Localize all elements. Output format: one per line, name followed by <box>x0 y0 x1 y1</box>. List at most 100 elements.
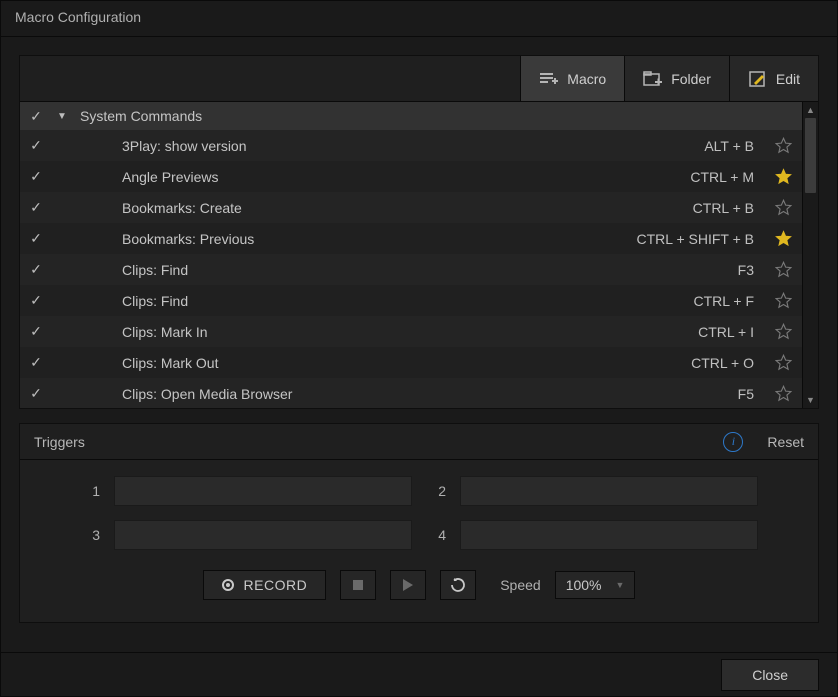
trigger-slot-input[interactable] <box>114 476 412 506</box>
macro-shortcut: CTRL + I <box>698 324 762 340</box>
macro-row[interactable]: ✓▼Clips: Mark InCTRL + I <box>20 316 802 347</box>
macro-row[interactable]: ✓▼Clips: Mark OutCTRL + O <box>20 347 802 378</box>
trigger-slot-label: 2 <box>426 483 446 499</box>
play-icon <box>403 579 413 591</box>
favorite-star[interactable] <box>772 292 794 309</box>
macro-config-window: Macro Configuration Macro Folder Edit <box>0 0 838 697</box>
trigger-slot-label: 3 <box>80 527 100 543</box>
macro-shortcut: F3 <box>738 262 762 278</box>
favorite-star[interactable] <box>772 230 794 247</box>
info-icon[interactable]: i <box>723 432 743 452</box>
stop-button[interactable] <box>340 570 376 600</box>
edit-button[interactable]: Edit <box>729 56 818 101</box>
check-icon: ✓ <box>28 385 44 402</box>
macro-name: Clips: Find <box>80 262 728 278</box>
trigger-slot-label: 4 <box>426 527 446 543</box>
check-icon: ✓ <box>28 108 44 125</box>
record-button[interactable]: RECORD <box>203 570 327 600</box>
window-title: Macro Configuration <box>1 1 837 37</box>
group-name: System Commands <box>80 108 794 124</box>
macro-row[interactable]: ✓▼Angle PreviewsCTRL + M <box>20 161 802 192</box>
list-scrollbar[interactable]: ▲ ▼ <box>802 102 818 408</box>
chevron-down-icon: ▼ <box>616 580 625 590</box>
check-icon: ✓ <box>28 199 44 216</box>
edit-label: Edit <box>776 71 800 87</box>
favorite-star[interactable] <box>772 168 794 185</box>
triggers-header: Triggers i Reset <box>20 424 818 460</box>
reset-button[interactable]: Reset <box>753 434 804 450</box>
edit-icon <box>748 69 768 89</box>
macro-row[interactable]: ✓▼Clips: FindCTRL + F <box>20 285 802 316</box>
star-icon <box>775 168 792 185</box>
add-macro-label: Macro <box>567 71 606 87</box>
macro-shortcut: ALT + B <box>704 138 762 154</box>
scroll-down-icon[interactable]: ▼ <box>803 392 818 408</box>
check-icon: ✓ <box>28 292 44 309</box>
macro-shortcut: CTRL + SHIFT + B <box>637 231 762 247</box>
speed-select[interactable]: 100% ▼ <box>555 571 636 599</box>
footer: Close <box>1 652 837 696</box>
favorite-star[interactable] <box>772 137 794 154</box>
group-header[interactable]: ✓ ▼ System Commands <box>20 102 802 130</box>
macro-name: Angle Previews <box>80 169 680 185</box>
check-icon: ✓ <box>28 323 44 340</box>
star-icon <box>775 137 792 154</box>
add-folder-button[interactable]: Folder <box>624 56 729 101</box>
star-icon <box>775 354 792 371</box>
trigger-slot-label: 1 <box>80 483 100 499</box>
check-icon: ✓ <box>28 230 44 247</box>
macro-row[interactable]: ✓▼3Play: show versionALT + B <box>20 130 802 161</box>
macro-row[interactable]: ✓▼Bookmarks: PreviousCTRL + SHIFT + B <box>20 223 802 254</box>
favorite-star[interactable] <box>772 261 794 278</box>
star-icon <box>775 385 792 402</box>
triggers-title: Triggers <box>34 434 713 450</box>
check-icon: ✓ <box>28 137 44 154</box>
trigger-slot-input[interactable] <box>460 520 758 550</box>
macro-name: 3Play: show version <box>80 138 694 154</box>
macro-name: Clips: Mark In <box>80 324 688 340</box>
macro-shortcut: CTRL + B <box>693 200 762 216</box>
trigger-slot-input[interactable] <box>460 476 758 506</box>
star-icon <box>775 230 792 247</box>
add-folder-icon <box>643 69 663 89</box>
star-icon <box>775 261 792 278</box>
star-icon <box>775 199 792 216</box>
favorite-star[interactable] <box>772 323 794 340</box>
macro-list-panel: Macro Folder Edit ✓ ▼ System Commands <box>19 55 819 409</box>
add-macro-button[interactable]: Macro <box>520 56 624 101</box>
list-wrap: ✓ ▼ System Commands ✓ ▼ 3Play: show versio… <box>20 102 818 408</box>
close-button[interactable]: Close <box>721 659 819 691</box>
scroll-thumb[interactable] <box>805 118 816 193</box>
macro-shortcut: F5 <box>738 386 762 402</box>
record-icon <box>222 579 234 591</box>
macro-row[interactable]: ✓▼Bookmarks: CreateCTRL + B <box>20 192 802 223</box>
play-button[interactable] <box>390 570 426 600</box>
loop-icon <box>450 577 466 593</box>
macro-name: Bookmarks: Create <box>80 200 683 216</box>
record-label: RECORD <box>244 577 308 593</box>
macro-name: Clips: Open Media Browser <box>80 386 728 402</box>
star-icon <box>775 292 792 309</box>
scroll-up-icon[interactable]: ▲ <box>803 102 818 118</box>
window-content: Macro Folder Edit ✓ ▼ System Commands <box>1 37 837 652</box>
triggers-body: 1 2 3 4 RECORD Speed 100% ▼ <box>20 460 818 622</box>
trigger-slot-input[interactable] <box>114 520 412 550</box>
star-icon <box>775 323 792 340</box>
stop-icon <box>353 580 363 590</box>
speed-label: Speed <box>500 577 540 593</box>
collapse-icon[interactable]: ▼ <box>54 111 70 122</box>
favorite-star[interactable] <box>772 385 794 402</box>
macro-name: Bookmarks: Previous <box>80 231 627 247</box>
loop-button[interactable] <box>440 570 476 600</box>
favorite-star[interactable] <box>772 199 794 216</box>
macro-row[interactable]: ✓▼Clips: FindF3 <box>20 254 802 285</box>
check-icon: ✓ <box>28 261 44 278</box>
macro-name: Clips: Mark Out <box>80 355 681 371</box>
check-icon: ✓ <box>28 354 44 371</box>
favorite-star[interactable] <box>772 354 794 371</box>
triggers-panel: Triggers i Reset 1 2 3 4 RECORD Speed <box>19 423 819 623</box>
macro-shortcut: CTRL + O <box>691 355 762 371</box>
speed-value: 100% <box>566 577 602 593</box>
macro-row[interactable]: ✓▼Clips: Open Media BrowserF5 <box>20 378 802 408</box>
add-folder-label: Folder <box>671 71 711 87</box>
